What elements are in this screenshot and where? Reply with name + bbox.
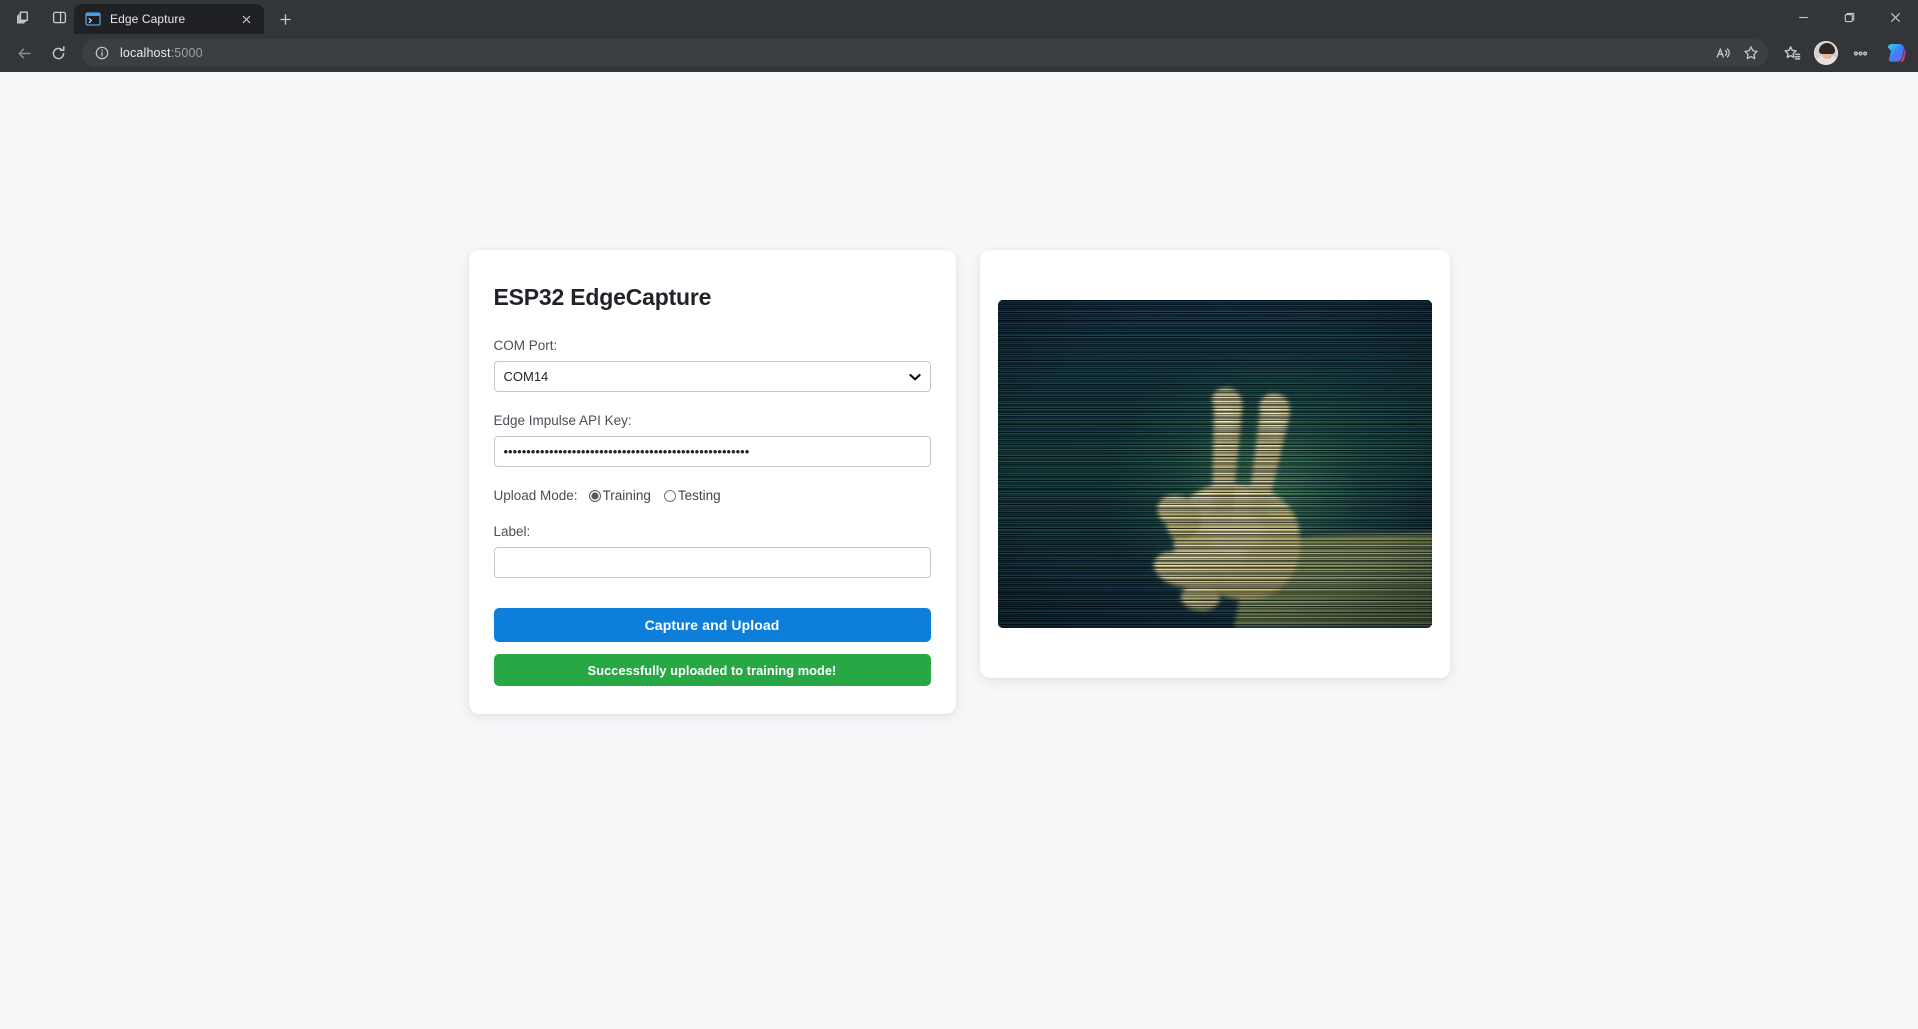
- copilot-icon[interactable]: [1878, 38, 1910, 68]
- browser-toolbar: localhost:5000: [0, 34, 1918, 72]
- address-bar-url: localhost:5000: [120, 46, 203, 60]
- tab-edge-capture[interactable]: Edge Capture: [74, 4, 264, 34]
- star-icon[interactable]: [1738, 41, 1764, 65]
- page-title: ESP32 EdgeCapture: [493, 284, 712, 310]
- api-key-label: Edge Impulse API Key:: [493, 413, 632, 428]
- tab-close-icon[interactable]: [237, 10, 255, 28]
- capture-form-card: ESP32 EdgeCapture COM Port: COM14 Edge I…: [468, 250, 956, 714]
- url-port: :5000: [170, 46, 203, 60]
- upload-mode-training-radio[interactable]: [588, 489, 601, 502]
- com-port-select[interactable]: COM14: [493, 361, 931, 392]
- read-aloud-icon[interactable]: [1710, 41, 1736, 65]
- minimize-icon[interactable]: [1780, 0, 1826, 34]
- upload-mode-row: Upload Mode: Training Testing: [494, 488, 931, 503]
- tab-title: Edge Capture: [110, 12, 186, 26]
- address-bar-actions: [1710, 41, 1764, 65]
- window-controls: [1780, 0, 1918, 34]
- new-tab-button[interactable]: [270, 5, 300, 33]
- split-screen-icon[interactable]: [44, 3, 74, 31]
- collections-icon[interactable]: [1776, 38, 1808, 68]
- upload-mode-training-label: Training: [602, 488, 651, 503]
- upload-mode-training-option[interactable]: Training: [588, 488, 651, 503]
- page-viewport: ESP32 EdgeCapture COM Port: COM14 Edge I…: [0, 72, 1918, 1029]
- address-bar[interactable]: localhost:5000: [82, 39, 1768, 67]
- api-key-field-block: [493, 436, 931, 467]
- workspaces-icon[interactable]: [8, 3, 38, 31]
- label-field-block: [493, 547, 931, 578]
- upload-mode-testing-label: Testing: [677, 488, 721, 503]
- com-port-select-wrap: COM14: [493, 361, 931, 392]
- terminal-window-icon: [85, 12, 101, 26]
- titlebar-left-icons: [0, 0, 74, 34]
- capture-and-upload-button[interactable]: Capture and Upload: [493, 608, 931, 642]
- tabstrip: Edge Capture: [74, 0, 300, 34]
- upload-mode-testing-option[interactable]: Testing: [663, 488, 721, 503]
- camera-preview-image: [997, 300, 1432, 628]
- label-field-label: Label:: [493, 524, 531, 539]
- profile-avatar[interactable]: [1810, 38, 1842, 68]
- status-badge: Successfully uploaded to training mode!: [493, 654, 931, 686]
- api-key-input[interactable]: [493, 436, 931, 467]
- window-close-icon[interactable]: [1872, 0, 1918, 34]
- refresh-icon[interactable]: [42, 38, 74, 68]
- preview-card: [979, 250, 1450, 678]
- com-port-label: COM Port:: [493, 338, 558, 353]
- more-options-icon[interactable]: [1844, 38, 1876, 68]
- upload-mode-label: Upload Mode:: [493, 488, 578, 503]
- site-info-icon[interactable]: [92, 43, 112, 63]
- browser-window: Edge Capture localhost:5000 ESP32 EdgeCa…: [0, 0, 1918, 1029]
- restore-icon[interactable]: [1826, 0, 1872, 34]
- label-input[interactable]: [493, 547, 931, 578]
- page-content: ESP32 EdgeCapture COM Port: COM14 Edge I…: [0, 72, 1918, 1029]
- browser-titlebar: Edge Capture: [0, 0, 1918, 34]
- upload-mode-testing-radio[interactable]: [663, 489, 676, 502]
- url-host: localhost: [120, 46, 171, 60]
- back-arrow-icon[interactable]: [8, 38, 40, 68]
- avatar: [1814, 41, 1838, 65]
